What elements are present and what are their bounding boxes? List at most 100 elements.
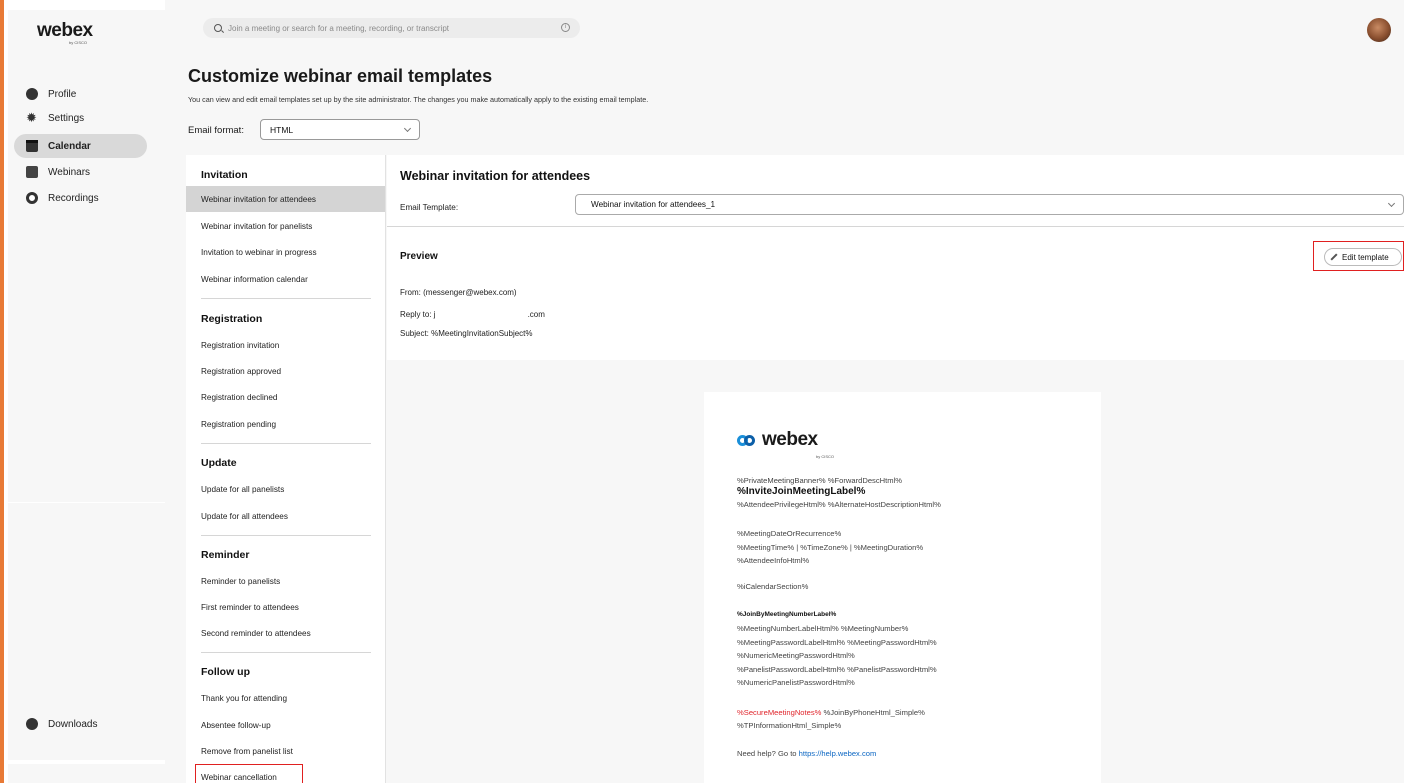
webex-logo-sub: by CISCO	[69, 40, 88, 45]
webex-logo-icon	[737, 434, 757, 446]
chevron-down-icon	[403, 124, 412, 133]
email-line: %PrivateMeetingBanner% %ForwardDescHtml%	[737, 476, 903, 485]
email-template-value: Webinar invitation for attendees_1	[591, 200, 716, 209]
email-line: %SecureMeetingNotes% %JoinByPhoneHtml_Si…	[737, 708, 925, 717]
group-divider	[201, 535, 371, 536]
template-item[interactable]: Update for all panelists	[186, 476, 385, 502]
template-list: Invitation Webinar invitation for attend…	[186, 155, 386, 783]
email-line: %AttendeePrivilegeHtml% %AlternateHostDe…	[737, 500, 941, 509]
rail-top-band	[8, 0, 165, 10]
email-line-rest: %JoinByPhoneHtml_Simple%	[821, 708, 925, 717]
template-item[interactable]: Webinar information calendar	[186, 266, 385, 292]
template-item[interactable]: Registration pending	[186, 411, 385, 437]
avatar[interactable]	[1367, 18, 1391, 42]
page-description: You can view and edit email templates se…	[188, 95, 649, 104]
email-format-label: Email format:	[188, 125, 244, 136]
email-line: %NumericMeetingPasswordHtml%	[737, 651, 855, 660]
app-window: webex by CISCO Profile ✹ Settings Calend…	[0, 0, 1404, 783]
highlight-box	[195, 764, 303, 783]
group-heading-invitation: Invitation	[201, 169, 248, 181]
nav-item-calendar[interactable]: Calendar	[14, 134, 147, 158]
group-heading-reminder: Reminder	[201, 549, 250, 561]
nav-item-profile[interactable]: Profile	[14, 82, 147, 106]
email-preview-card: webex by CISCO %PrivateMeetingBanner% %F…	[704, 392, 1101, 783]
rail-divider	[8, 760, 165, 764]
nav-item-recordings[interactable]: Recordings	[14, 186, 147, 210]
detail-header: Webinar invitation for attendees Email T…	[387, 155, 1404, 360]
email-logo: webex	[737, 429, 818, 451]
help-prefix: Need help? Go to	[737, 749, 799, 758]
email-format-value: HTML	[270, 124, 294, 135]
downloads-link[interactable]: Downloads	[14, 712, 147, 736]
redacted-area	[435, 308, 528, 317]
email-line: %JoinByMeetingNumberLabel%	[737, 611, 837, 618]
nav-item-webinars[interactable]: Webinars	[14, 160, 147, 184]
template-item[interactable]: Invitation to webinar in progress	[186, 239, 385, 265]
search-placeholder: Join a meeting or search for a meeting, …	[228, 23, 449, 33]
email-line: %InviteJoinMeetingLabel%	[737, 486, 866, 497]
accent-strip	[0, 0, 8, 783]
template-item[interactable]: Registration invitation	[186, 332, 385, 358]
email-template-label: Email Template:	[400, 203, 459, 212]
template-item[interactable]: Second reminder to attendees	[186, 620, 385, 646]
section-divider	[387, 226, 1404, 227]
template-item[interactable]: Thank you for attending	[186, 685, 385, 711]
recording-icon	[26, 192, 38, 204]
template-item[interactable]: Webinar invitation for panelists	[186, 213, 385, 239]
group-heading-follow-up: Follow up	[201, 666, 250, 678]
nav-item-label: Calendar	[48, 140, 91, 152]
email-line: %MeetingPasswordLabelHtml% %MeetingPassw…	[737, 638, 937, 647]
template-detail-panel: Webinar invitation for attendees Email T…	[387, 155, 1404, 783]
template-item[interactable]: Webinar invitation for attendees	[186, 186, 385, 212]
page-title: Customize webinar email templates	[188, 66, 493, 86]
secure-notes-token: %SecureMeetingNotes%	[737, 708, 822, 717]
accent-line	[0, 0, 4, 783]
webinar-icon	[26, 166, 38, 178]
help-line: Need help? Go to https://help.webex.com	[737, 749, 876, 758]
email-logo-text: webex	[762, 429, 818, 450]
group-divider	[201, 298, 371, 299]
downloads-label: Downloads	[48, 718, 98, 730]
email-line: %MeetingNumberLabelHtml% %MeetingNumber%	[737, 624, 909, 633]
template-item[interactable]: Remove from panelist list	[186, 738, 385, 764]
group-heading-registration: Registration	[201, 313, 263, 325]
template-item[interactable]: First reminder to attendees	[186, 594, 385, 620]
group-divider	[201, 443, 371, 444]
template-item[interactable]: Absentee follow-up	[186, 712, 385, 738]
download-icon	[26, 718, 38, 730]
template-item[interactable]: Update for all attendees	[186, 503, 385, 529]
template-item[interactable]: Registration approved	[186, 358, 385, 384]
reply-to-line: Reply to: j .com	[400, 308, 545, 319]
group-heading-update: Update	[201, 457, 237, 469]
nav-item-settings[interactable]: ✹ Settings	[14, 106, 147, 130]
search-icon	[214, 24, 222, 32]
from-line: From: (messenger@webex.com)	[400, 288, 517, 297]
preview-label: Preview	[400, 251, 438, 262]
calendar-icon	[26, 140, 38, 152]
template-item[interactable]: Registration declined	[186, 384, 385, 410]
group-divider	[201, 652, 371, 653]
webex-logo: webex	[37, 20, 93, 41]
gear-icon: ✹	[26, 110, 37, 125]
email-template-select[interactable]: Webinar invitation for attendees_1	[575, 194, 1404, 215]
email-line: %AttendeeInfoHtml%	[737, 556, 810, 565]
subject-line: Subject: %MeetingInvitationSubject%	[400, 329, 533, 338]
reply-to-prefix: Reply to: j	[400, 310, 436, 319]
email-line: %NumericPanelistPasswordHtml%	[737, 678, 855, 687]
nav-item-label: Profile	[48, 88, 77, 100]
help-link[interactable]: https://help.webex.com	[799, 749, 877, 758]
email-format-select[interactable]: HTML	[260, 119, 420, 140]
profile-icon	[26, 88, 38, 100]
highlight-box	[1313, 241, 1404, 271]
nav-item-label: Webinars	[48, 166, 91, 178]
email-line: %iCalendarSection%	[737, 582, 809, 591]
detail-title: Webinar invitation for attendees	[400, 169, 591, 183]
email-line: %MeetingTime% | %TimeZone% | %MeetingDur…	[737, 543, 924, 552]
chevron-down-icon	[1387, 199, 1396, 208]
info-icon[interactable]: i	[561, 23, 570, 32]
email-line: %PanelistPasswordLabelHtml% %PanelistPas…	[737, 665, 937, 674]
email-logo-sub: by CISCO	[816, 454, 835, 459]
template-item[interactable]: Reminder to panelists	[186, 568, 385, 594]
nav-item-label: Settings	[48, 112, 85, 124]
search-bar[interactable]: Join a meeting or search for a meeting, …	[203, 18, 580, 38]
